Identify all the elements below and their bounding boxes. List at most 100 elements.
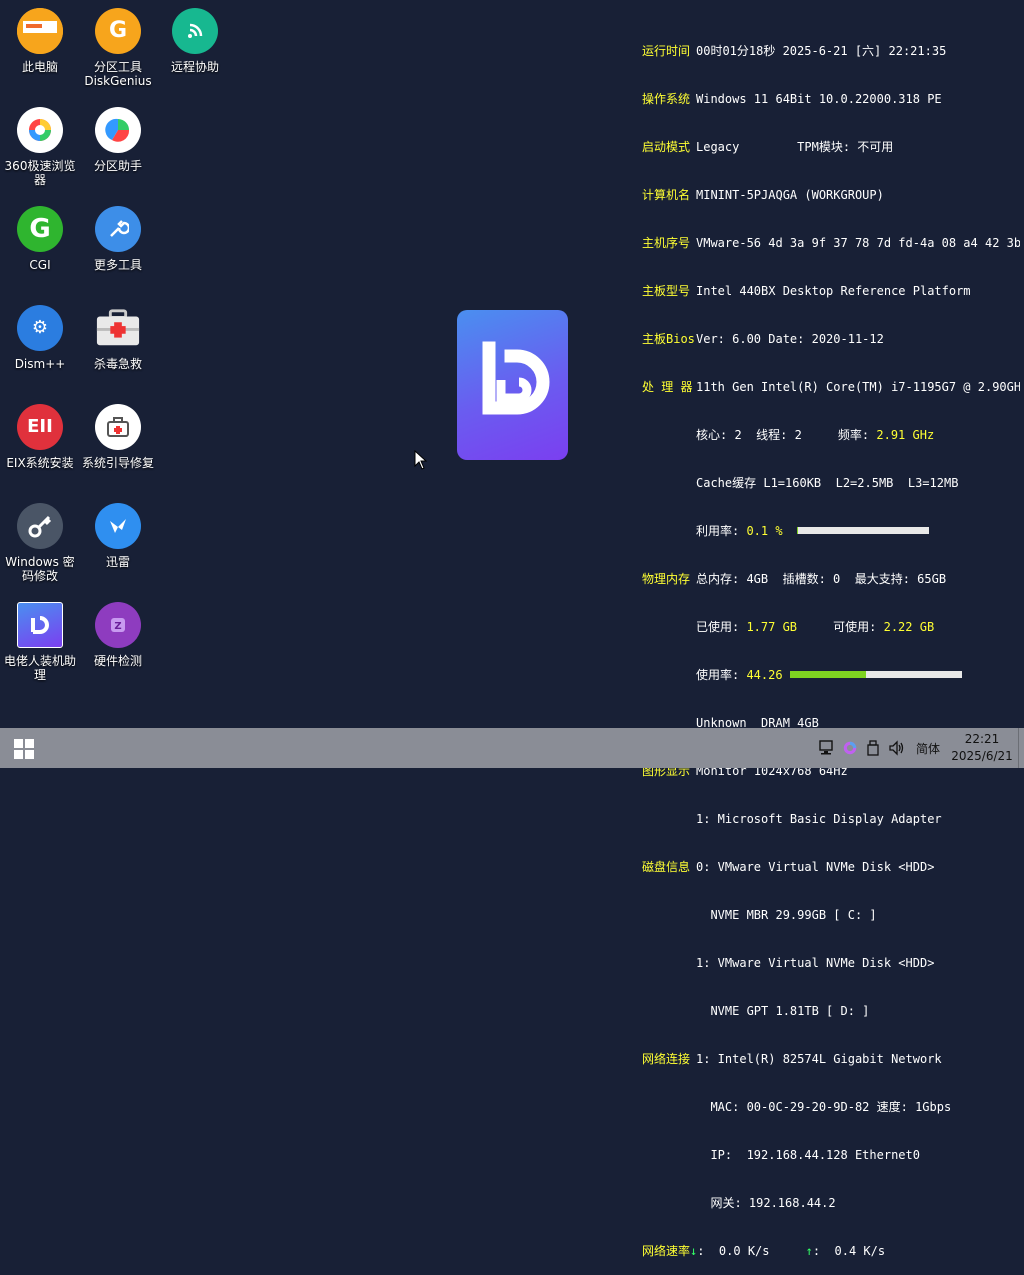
remote-assist-icon (172, 8, 218, 54)
cpu-cores-text: 核心: 2 线程: 2 频率: (696, 428, 876, 442)
mem-usage: 使用率: 44.26 (696, 667, 962, 683)
cpu-usage-bar (797, 527, 929, 534)
desktop-icon-more-tools[interactable]: 更多工具 (78, 198, 158, 272)
desktop-icon-windows-password[interactable]: Windows 密 码修改 (0, 495, 80, 583)
disk0-value: 0: VMware Virtual NVMe Disk <HDD> (696, 859, 934, 875)
volume-icon[interactable] (888, 740, 906, 756)
mem-total: 总内存: 4GB 插槽数: 0 最大支持: 65GB (696, 571, 946, 587)
pc-name-key: 计算机名 (642, 187, 690, 203)
first-aid-kit-icon (95, 305, 141, 351)
dianlaoren-logo (457, 310, 568, 460)
wrench-icon (95, 206, 141, 252)
diskgenius-icon: G (95, 8, 141, 54)
usb-drive-icon[interactable] (866, 740, 880, 756)
desktop-icon-dism[interactable]: ⚙ Dism++ (0, 297, 80, 371)
os-key: 操作系统 (642, 91, 690, 107)
toolbox-icon (95, 404, 141, 450)
clock-time: 22:21 (946, 731, 1018, 748)
disk0-partition: NVME MBR 29.99GB [ C: ] (696, 907, 877, 923)
system-info-panel: 运行时间 00时01分18秒 2025-6-21 [六] 22:21:35 操作系… (642, 11, 1020, 1275)
desktop-icon-label: 迅雷 (78, 555, 158, 569)
desktop-icon-boot-repair[interactable]: 系统引导修复 (78, 396, 158, 470)
partition-assistant-icon (95, 107, 141, 153)
upload-speed: : 0.4 K/s (813, 1244, 885, 1258)
desktop-icon-label: 此电脑 (0, 60, 80, 74)
xunlei-bird-icon (95, 503, 141, 549)
desktop-icon-partition-assistant[interactable]: 分区助手 (78, 99, 158, 173)
desktop-icon-label: Windows 密 码修改 (0, 555, 80, 583)
desktop-icon-xunlei[interactable]: 迅雷 (78, 495, 158, 569)
windows-start-icon[interactable] (14, 739, 34, 759)
serial-key: 主机序号 (642, 235, 690, 251)
dianlaoren-icon (17, 602, 63, 648)
svg-text:Z: Z (114, 621, 121, 632)
net-adapter: 1: Intel(R) 82574L Gigabit Network (696, 1051, 942, 1067)
desktop-icon-browser-360[interactable]: 360极速浏览 器 (0, 99, 80, 187)
pc-name-value: MININT-5PJAQGA (WORKGROUP) (696, 187, 884, 203)
desktop-icon-label: 电佬人装机助 理 (0, 654, 80, 682)
net-key: 网络连接 (642, 1051, 690, 1067)
desktop-icon-partition-diskgenius[interactable]: G 分区工具 DiskGenius (78, 0, 158, 88)
taskbar: 简体 22:21 2025/6/21 (0, 728, 1024, 768)
computer-icon (17, 8, 63, 54)
cpu-cores: 核心: 2 线程: 2 频率: 2.91 GHz (696, 427, 934, 443)
net-speed: 网络速率↓: 0.0 K/s ↑: 0.4 K/s (642, 1243, 885, 1259)
desktop-icon-eix-install[interactable]: EII EIX系统安装 (0, 396, 80, 470)
ime-indicator[interactable]: 简体 (916, 740, 940, 757)
gears-icon: ⚙ (17, 305, 63, 351)
desktop-icon-dianlaoren[interactable]: 电佬人装机助 理 (0, 594, 80, 682)
network-icon[interactable] (818, 740, 836, 756)
cpu-usage: 利用率: 0.1 % (696, 523, 929, 539)
boot-value: Legacy TPM模块: 不可用 (696, 139, 893, 155)
cpu-key: 处 理 器 (642, 379, 692, 395)
bios-value: Ver: 6.00 Date: 2020-11-12 (696, 331, 884, 347)
key-icon (17, 503, 63, 549)
taskbar-clock[interactable]: 22:21 2025/6/21 (946, 731, 1018, 765)
desktop-icon-label: 硬件检测 (78, 654, 158, 668)
color-wheel-icon[interactable] (841, 740, 859, 756)
chip-icon: Z (95, 602, 141, 648)
runtime-key: 运行时间 (642, 43, 690, 59)
browser-360-icon (17, 107, 63, 153)
desktop-icon-label: 系统引导修复 (78, 456, 158, 470)
desktop-icon-hardware-check[interactable]: Z 硬件检测 (78, 594, 158, 668)
mem-usage-bar (790, 671, 962, 678)
os-value: Windows 11 64Bit 10.0.22000.318 PE (696, 91, 942, 107)
net-speed-key: 网络速率 (642, 1244, 690, 1258)
desktop-icon-label: 分区助手 (78, 159, 158, 173)
cpu-cache: Cache缓存 L1=160KB L2=2.5MB L3=12MB (696, 475, 958, 491)
board-key: 主板型号 (642, 283, 690, 299)
cpu-usage-label: 利用率: (696, 524, 746, 538)
desktop-icon-label: 杀毒急救 (78, 357, 158, 371)
disk-key: 磁盘信息 (642, 859, 690, 875)
download-arrow-icon: ↓ (690, 1244, 697, 1258)
mem-free-value: 2.22 GB (884, 620, 935, 634)
desktop-icon-this-pc[interactable]: 此电脑 (0, 0, 80, 74)
upload-arrow-icon: ↑ (806, 1244, 813, 1258)
mouse-cursor-icon (414, 450, 428, 470)
net-mac: MAC: 00-0C-29-20-9D-82 速度: 1Gbps (696, 1099, 951, 1115)
cgi-icon: G (17, 206, 63, 252)
mem-used-label: 已使用: (696, 620, 746, 634)
show-desktop-button[interactable] (1018, 728, 1024, 768)
net-gateway: 网关: 192.168.44.2 (696, 1195, 836, 1211)
desktop-icon-label: CGI (0, 258, 80, 272)
desktop-icon-cgi[interactable]: G CGI (0, 198, 80, 272)
desktop-icon-label: 更多工具 (78, 258, 158, 272)
desktop-icon-label: 360极速浏览 器 (0, 159, 80, 187)
desktop-icon-remote-assist[interactable]: 远程协助 (155, 0, 235, 74)
desktop-icon-antivirus[interactable]: 杀毒急救 (78, 297, 158, 371)
desktop-icon-label: Dism++ (0, 357, 80, 371)
mem-used-value: 1.77 GB (746, 620, 797, 634)
cpu-usage-value: 0.1 % (746, 524, 782, 538)
mem-usage-value: 44.26 (746, 668, 782, 682)
net-ip: IP: 192.168.44.128 Ethernet0 (696, 1147, 920, 1163)
disk1-value: 1: VMware Virtual NVMe Disk <HDD> (696, 955, 934, 971)
boot-key: 启动模式 (642, 139, 690, 155)
runtime-value: 00时01分18秒 2025-6-21 [六] 22:21:35 (696, 43, 946, 59)
board-value: Intel 440BX Desktop Reference Platform (696, 283, 971, 299)
serial-value: VMware-56 4d 3a 9f 37 78 7d fd-4a 08 a4 … (696, 235, 1020, 251)
clock-date: 2025/6/21 (946, 748, 1018, 765)
cpu-value: 11th Gen Intel(R) Core(TM) i7-1195G7 @ 2… (696, 379, 1020, 395)
mem-used: 已使用: 1.77 GB 可使用: 2.22 GB (696, 619, 934, 635)
